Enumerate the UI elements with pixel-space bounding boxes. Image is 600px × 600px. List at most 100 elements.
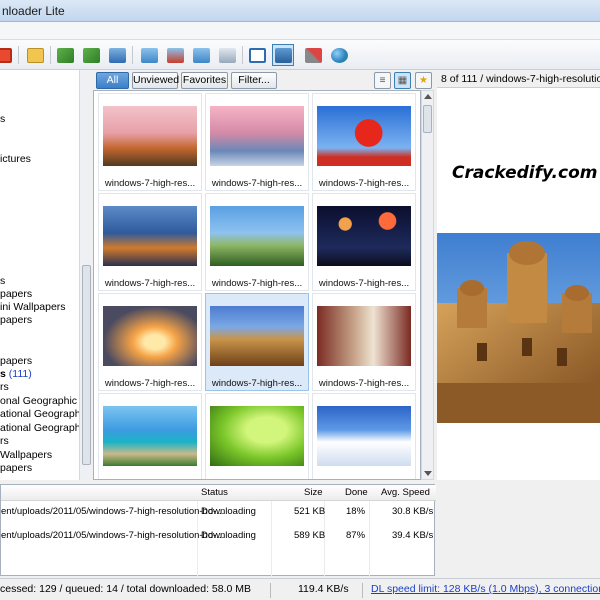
column-size[interactable]: Size [304, 487, 322, 498]
tree-item[interactable]: onal Geographic [0, 395, 77, 408]
download-row[interactable]: ent/uploads/2011/05/windows-7-high-resol… [1, 528, 436, 544]
toolbar-separator [18, 46, 19, 64]
preview-header: 8 of 111 / windows-7-high-resolution-ho [437, 70, 600, 88]
scroll-thumb[interactable] [82, 265, 91, 465]
thumbnail-caption: windows-7-high-res... [318, 278, 410, 289]
thumbnail-caption: windows-7-high-res... [104, 278, 196, 289]
column-avg-speed[interactable]: Avg. Speed [381, 487, 430, 498]
scroll-down-icon[interactable] [424, 471, 432, 476]
favorite-star-icon[interactable]: ★ [415, 72, 432, 89]
gallery-scrollbar[interactable] [421, 90, 434, 480]
download-speed: 30.8 KB/s [392, 506, 434, 517]
thumbnail-image[interactable] [317, 306, 411, 366]
image-preview[interactable]: Crackedify.com [437, 88, 600, 480]
menu-bar [0, 22, 600, 40]
thumbnail-caption: windows-7-high-res... [318, 378, 410, 389]
tree-item[interactable]: ational Geographic [0, 408, 88, 421]
thumbnail-tile[interactable]: windows-7-high-res... [98, 93, 202, 191]
thumbnail-tile[interactable]: windows-7-high-res... [312, 93, 416, 191]
speed-limit-link[interactable]: DL speed limit: 128 KB/s (1.0 Mbps), 3 c… [371, 583, 600, 595]
tree-item[interactable]: papers [0, 462, 32, 475]
thumbnail-tile[interactable]: windows-7-high-res... [98, 193, 202, 291]
tree-item[interactable]: Wallpapers [0, 449, 52, 462]
scroll-up-icon[interactable] [424, 94, 432, 99]
stop-icon[interactable] [0, 44, 14, 66]
window-icon[interactable] [246, 44, 268, 66]
thumbnail-image[interactable] [210, 206, 304, 266]
tree-item-label: papers [0, 288, 33, 300]
tree-item[interactable]: s [0, 113, 5, 126]
list-view-icon[interactable]: ≡ [374, 72, 391, 89]
download-status: Downloading [201, 530, 256, 541]
download-status: Downloading [201, 506, 256, 517]
fullscreen-icon[interactable] [272, 44, 294, 66]
save-icon[interactable] [216, 44, 238, 66]
thumbnail-image[interactable] [103, 306, 197, 366]
thumbnail-image[interactable] [317, 106, 411, 166]
filter-unviewed-button[interactable]: Unviewed [132, 72, 179, 89]
thumbnail-caption: windows-7-high-res... [211, 378, 303, 389]
tree-item[interactable]: rs [0, 381, 9, 394]
tree-item[interactable]: s [0, 275, 5, 288]
tree-item-label: papers [0, 462, 33, 474]
tree-item[interactable]: ational Geographic [0, 422, 88, 435]
download-size: 589 KB [294, 530, 326, 541]
thumbnail-tile[interactable] [98, 393, 202, 479]
thumbnail-image[interactable] [317, 406, 411, 466]
download-size: 521 KB [294, 506, 326, 517]
thumbnail-image[interactable] [103, 406, 197, 466]
filter-bar: All Unviewed Favorites Filter... ≡ ▦ ★ [93, 70, 435, 90]
tree-item[interactable]: s (111) [0, 368, 32, 381]
forward-icon[interactable] [80, 44, 102, 66]
tree-item[interactable]: ictures [0, 153, 31, 166]
thumbnail-image[interactable] [103, 206, 197, 266]
download-row[interactable]: ent/uploads/2011/05/windows-7-high-resol… [1, 504, 436, 520]
tree-item[interactable]: papers [0, 288, 32, 301]
image-add-icon[interactable] [138, 44, 160, 66]
filter-favorites-button[interactable]: Favorites [181, 72, 228, 89]
status-bar: cessed: 129 / queued: 14 / total downloa… [0, 578, 600, 600]
tree-item-label: ational Geographic [0, 422, 89, 434]
thumbnail-image[interactable] [210, 106, 304, 166]
filter-custom-button[interactable]: Filter... [231, 72, 277, 89]
thumbnail-tile[interactable]: windows-7-high-res... [205, 93, 309, 191]
thumbnail-image[interactable] [317, 206, 411, 266]
thumbnail-image[interactable] [210, 306, 304, 366]
toolbar-separator [132, 46, 133, 64]
tree-item-label: rs [0, 381, 9, 393]
tree-item[interactable]: papers [0, 314, 32, 327]
thumbnail-tile[interactable]: windows-7-high-res... [312, 293, 416, 391]
thumbnail-tile[interactable]: windows-7-high-res... [205, 293, 309, 391]
globe-icon[interactable] [328, 44, 350, 66]
thumbnail-image[interactable] [210, 406, 304, 466]
monitor-icon[interactable] [106, 44, 128, 66]
thumbnail-tile[interactable]: windows-7-high-res... [98, 293, 202, 391]
tree-item-label: ational Geographic [0, 408, 89, 420]
download-done: 87% [346, 530, 366, 541]
thumbnail-tile[interactable]: windows-7-high-res... [312, 193, 416, 291]
back-icon[interactable] [54, 44, 76, 66]
scroll-thumb[interactable] [423, 105, 432, 133]
download-url: ent/uploads/2011/05/windows-7-high-resol… [1, 530, 225, 541]
download-queue-header: Status Size Done Avg. Speed [1, 485, 436, 501]
preview-image [437, 233, 600, 423]
tree-item[interactable]: papers [0, 355, 32, 368]
tree-scrollbar[interactable] [79, 70, 92, 480]
status-separator [270, 583, 271, 598]
tree-item[interactable]: ini Wallpapers [0, 301, 66, 314]
thumbnail-tile[interactable] [205, 393, 309, 479]
filter-all-button[interactable]: All [96, 72, 129, 89]
tree-item-label: s [0, 275, 6, 287]
thumbnail-tile[interactable]: windows-7-high-res... [205, 193, 309, 291]
open-folder-icon[interactable] [24, 44, 46, 66]
tree-item-label: ini Wallpapers [0, 301, 66, 313]
thumbnail-image[interactable] [103, 106, 197, 166]
grid-view-icon[interactable]: ▦ [394, 72, 411, 89]
thumbnail-tile[interactable] [312, 393, 416, 479]
image-delete-icon[interactable] [164, 44, 186, 66]
column-done[interactable]: Done [345, 487, 368, 498]
image-download-icon[interactable] [190, 44, 212, 66]
tree-item[interactable]: rs [0, 435, 9, 448]
tools-icon[interactable] [302, 44, 324, 66]
column-status[interactable]: Status [201, 487, 228, 498]
